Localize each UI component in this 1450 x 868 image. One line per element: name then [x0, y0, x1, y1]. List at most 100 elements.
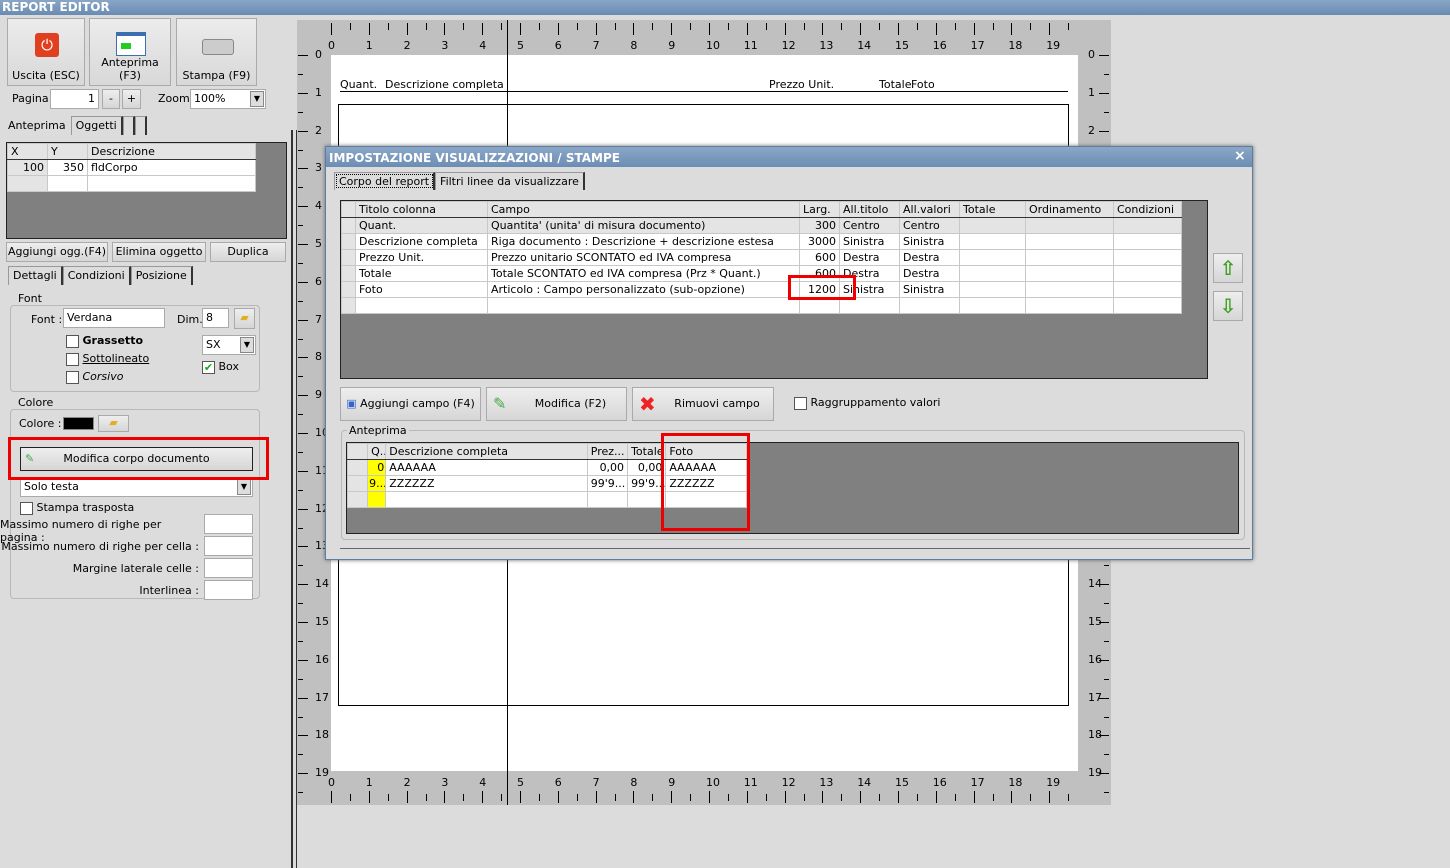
table-cell[interactable] [959, 233, 1026, 250]
table-row-empty[interactable] [341, 297, 1182, 314]
table-cell[interactable] [1025, 233, 1114, 250]
table-row[interactable]: Prezzo Unit. Prezzo unitario SCONTATO ed … [341, 249, 1182, 266]
row-header[interactable] [341, 233, 356, 250]
table-row[interactable]: Quant. Quantita' (unita' di misura docume… [341, 217, 1182, 234]
color-swatch[interactable] [63, 417, 94, 430]
tab-filtri[interactable]: Filtri linee da visualizzare [435, 172, 585, 190]
col-header[interactable]: Campo [487, 201, 800, 218]
row-header[interactable] [341, 217, 356, 234]
table-cell[interactable] [1113, 265, 1182, 282]
folder-icon[interactable]: ▰ [98, 415, 129, 432]
col-y[interactable]: Y [47, 143, 88, 160]
table-cell[interactable]: 600 [799, 249, 840, 266]
box-checkbox[interactable]: ✔ Box [202, 360, 239, 374]
move-down-button[interactable]: ⇩ [1213, 291, 1243, 321]
col-header[interactable]: Totale [959, 201, 1026, 218]
table-cell[interactable]: Totale [355, 265, 488, 282]
col-header[interactable]: Condizioni [1113, 201, 1182, 218]
table-row[interactable]: Descrizione completa Riga documento : Des… [341, 233, 1182, 250]
table-cell[interactable] [959, 265, 1026, 282]
table-cell[interactable]: Quantita' (unita' di misura documento) [487, 217, 800, 234]
dim-input[interactable]: 8 [202, 308, 229, 328]
line-spacing-input[interactable] [204, 580, 253, 600]
exit-button[interactable]: ⏻ Uscita (ESC) [7, 18, 85, 86]
table-cell[interactable]: Foto [355, 281, 488, 298]
col-descrizione[interactable]: Descrizione [87, 143, 256, 160]
duplicate-button[interactable]: Duplica [210, 242, 286, 262]
col-header[interactable]: Titolo colonna [355, 201, 488, 218]
move-up-button[interactable]: ⇧ [1213, 253, 1243, 283]
add-field-button[interactable]: ▣ Aggiungi campo (F4) [340, 387, 481, 421]
table-cell[interactable] [1025, 249, 1114, 266]
table-row-empty[interactable] [7, 175, 256, 192]
table-cell[interactable]: Sinistra [899, 233, 960, 250]
edit-field-button[interactable]: ✎ Modifica (F2) [486, 387, 627, 421]
bold-checkbox[interactable]: Grassetto [66, 334, 143, 348]
delete-object-button[interactable]: Elimina oggetto [112, 242, 206, 262]
objects-table[interactable]: X Y Descrizione 100 350 fldCorpo [6, 142, 287, 239]
table-cell[interactable]: Centro [839, 217, 900, 234]
tab-condizioni[interactable]: Condizioni [62, 266, 131, 285]
table-cell[interactable]: Quant. [355, 217, 488, 234]
table-cell[interactable] [959, 217, 1026, 234]
col-header[interactable]: All.valori [899, 201, 960, 218]
table-cell[interactable] [1113, 217, 1182, 234]
table-cell[interactable]: Articolo : Campo personalizzato (sub-opz… [487, 281, 800, 298]
table-cell[interactable]: Destra [839, 265, 900, 282]
page-next-button[interactable]: + [122, 89, 141, 109]
columns-table[interactable]: Titolo colonna Campo Larg. All.titolo All.va… [340, 200, 1208, 379]
transposed-checkbox[interactable]: Stampa trasposta [20, 501, 134, 515]
add-object-button[interactable]: Aggiungi ogg.(F4) [6, 242, 108, 262]
font-input[interactable]: Verdana [63, 308, 165, 328]
edit-body-button[interactable]: ✎ Modifica corpo documento [20, 447, 253, 471]
col-header[interactable]: Ordinamento [1025, 201, 1114, 218]
table-cell[interactable]: 300 [799, 217, 840, 234]
table-cell[interactable]: Prezzo unitario SCONTATO ed IVA compresa [487, 249, 800, 266]
tab-oggetti[interactable]: Oggetti [70, 116, 123, 135]
table-cell[interactable]: Destra [899, 249, 960, 266]
table-cell[interactable]: 1200 [799, 281, 840, 298]
max-rows-cell-input[interactable] [204, 536, 253, 556]
table-cell[interactable] [1113, 281, 1182, 298]
folder-icon[interactable]: ▰ [234, 308, 255, 329]
max-rows-page-input[interactable] [204, 514, 253, 534]
tab-empty-1[interactable] [122, 116, 135, 135]
table-cell[interactable]: 3000 [799, 233, 840, 250]
table-cell[interactable]: Sinistra [899, 281, 960, 298]
table-cell[interactable] [1025, 217, 1114, 234]
underline-checkbox[interactable]: Sottolineato [66, 352, 149, 366]
table-cell[interactable]: Destra [899, 265, 960, 282]
table-cell[interactable]: Sinistra [839, 281, 900, 298]
italic-checkbox[interactable]: Corsivo [66, 370, 123, 384]
table-cell[interactable]: Totale SCONTATO ed IVA compresa (Prz * Q… [487, 265, 800, 282]
col-header[interactable]: Larg. [799, 201, 840, 218]
close-icon[interactable]: × [1234, 149, 1246, 163]
table-cell[interactable] [1025, 265, 1114, 282]
table-cell[interactable]: Centro [899, 217, 960, 234]
table-cell[interactable] [1025, 281, 1114, 298]
table-cell[interactable] [1113, 233, 1182, 250]
tab-anteprima[interactable]: Anteprima [3, 116, 71, 135]
tab-posizione[interactable]: Posizione [130, 266, 193, 285]
zoom-select[interactable]: 100% ▼ [190, 89, 266, 109]
page-input[interactable]: 1 [50, 89, 99, 109]
table-row[interactable]: 100 350 fldCorpo [7, 159, 256, 176]
tab-dettagli[interactable]: Dettagli [8, 266, 63, 285]
table-cell[interactable]: Descrizione completa [355, 233, 488, 250]
table-cell[interactable]: Prezzo Unit. [355, 249, 488, 266]
row-header[interactable] [341, 249, 356, 266]
tab-empty-2[interactable] [134, 116, 147, 135]
table-cell[interactable] [959, 249, 1026, 266]
table-cell[interactable]: Sinistra [839, 233, 900, 250]
preview-button[interactable]: Anteprima (F3) [89, 18, 171, 86]
mode-select[interactable]: Solo testa ▼ [20, 477, 253, 497]
print-button[interactable]: Stampa (F9) [176, 18, 257, 86]
col-header[interactable]: All.titolo [839, 201, 900, 218]
table-cell[interactable]: Destra [839, 249, 900, 266]
row-header[interactable] [341, 265, 356, 282]
remove-field-button[interactable]: ✖ Rimuovi campo [632, 387, 774, 421]
preview-table[interactable]: Q...Descrizione completaPrez...TotaleFot… [346, 442, 1239, 534]
row-header[interactable] [341, 281, 356, 298]
table-cell[interactable] [1113, 249, 1182, 266]
tab-corpo-report[interactable]: Corpo del report [334, 172, 436, 190]
